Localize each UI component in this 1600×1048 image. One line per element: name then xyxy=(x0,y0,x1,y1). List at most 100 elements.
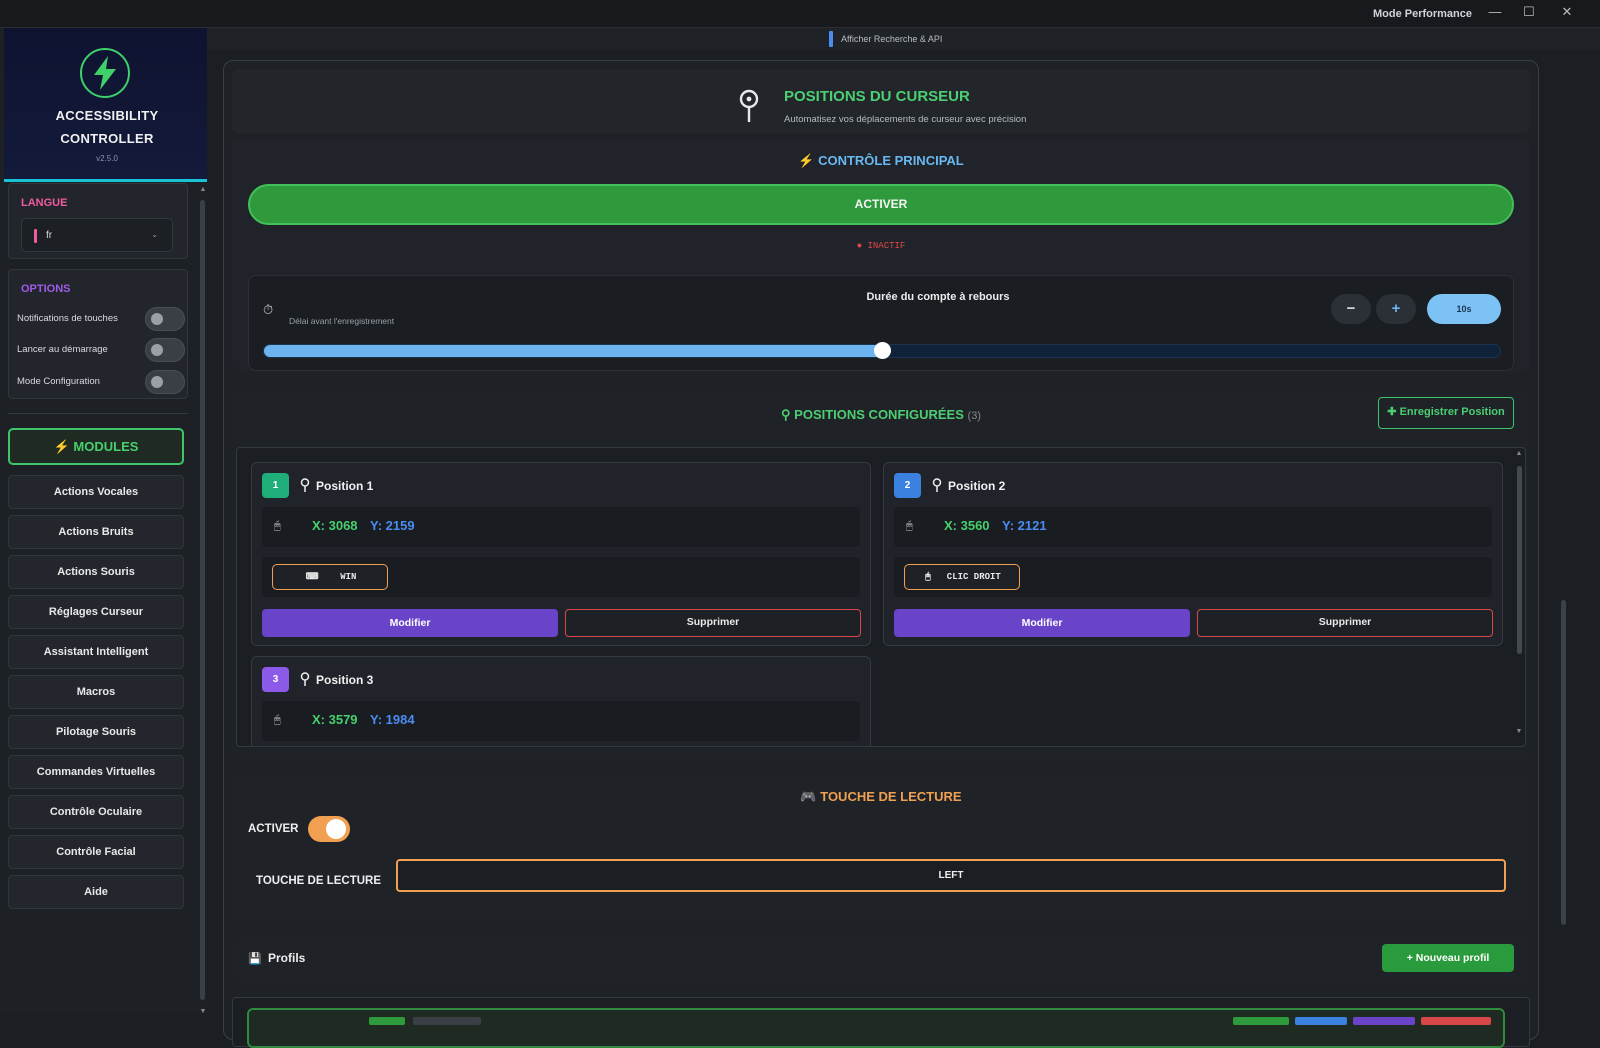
profile-action-button[interactable] xyxy=(1295,1017,1347,1025)
modules-label: MODULES xyxy=(73,439,139,454)
countdown-subtitle: Délai avant l'enregistrement xyxy=(289,316,395,326)
nav-button[interactable]: Contrôle Facial xyxy=(8,835,184,869)
delete-position-button[interactable]: Supprimer xyxy=(1197,609,1493,637)
performance-mode-label[interactable]: Mode Performance xyxy=(1373,8,1472,20)
nav-button[interactable]: Actions Bruits xyxy=(8,515,184,549)
nav-button[interactable]: Actions Vocales xyxy=(8,475,184,509)
decrease-button[interactable]: − xyxy=(1331,294,1371,324)
map-pin-icon xyxy=(300,478,310,492)
action-key-badge[interactable]: 🖱 CLIC DROIT xyxy=(904,564,1020,590)
sidebar-scroll-thumb[interactable] xyxy=(200,200,205,1000)
action-key-badge[interactable]: ⌨ WIN xyxy=(272,564,388,590)
language-accent xyxy=(34,229,37,243)
new-profile-button[interactable]: + Nouveau profil xyxy=(1382,944,1514,972)
nav-button[interactable]: Assistant Intelligent xyxy=(8,635,184,669)
app-name-line1: ACCESSIBILITY xyxy=(55,108,159,123)
nav-button[interactable]: Réglages Curseur xyxy=(8,595,184,629)
activate-button[interactable]: ACTIVER xyxy=(248,184,1514,225)
delete-position-button[interactable]: Supprimer xyxy=(565,609,861,637)
api-toggle-strip[interactable]: Afficher Recherche & API xyxy=(207,28,1600,50)
option-label: Lancer au démarrage xyxy=(17,344,108,355)
profiles-title: Profils xyxy=(268,951,306,965)
lightning-bolt-icon: ⚡ xyxy=(53,439,74,454)
edit-position-button[interactable]: Modifier xyxy=(894,609,1190,637)
main-scrollbar[interactable] xyxy=(1559,68,1569,1008)
language-select[interactable]: fr ⌄ xyxy=(21,218,173,252)
positions-scroll-thumb[interactable] xyxy=(1517,466,1522,654)
position-action-row: 🖱 CLIC DROIT xyxy=(894,557,1492,597)
profile-action-button[interactable] xyxy=(1421,1017,1491,1025)
main-control-section: ⚡ CONTRÔLE PRINCIPAL ACTIVER ● INACTIF ⏱… xyxy=(232,139,1530,371)
options-section: OPTIONS Notifications de touches Lancer … xyxy=(8,269,188,399)
position-number: 1 xyxy=(262,473,289,498)
position-action-row: ⌨ WIN xyxy=(262,557,860,597)
modules-button[interactable]: ⚡ MODULES xyxy=(8,428,184,465)
position-name: Position 1 xyxy=(316,479,374,493)
nav-button[interactable]: Aide xyxy=(8,875,184,909)
scroll-up-icon[interactable]: ▲ xyxy=(1514,450,1524,457)
close-icon[interactable]: ✕ xyxy=(1552,4,1582,24)
position-card: 3 Position 3 🖱 X: 3579 Y: 1984 xyxy=(251,656,871,746)
sidebar-scrollbar[interactable]: ▲ ▼ xyxy=(199,186,207,1018)
positions-scrollbar[interactable]: ▲ ▼ xyxy=(1514,450,1524,740)
nav-button[interactable]: Commandes Virtuelles xyxy=(8,755,184,789)
chevron-down-icon: ⌄ xyxy=(151,230,158,239)
reading-key-activate-label: ACTIVER xyxy=(248,823,299,835)
profile-action-button[interactable] xyxy=(1353,1017,1415,1025)
profile-action-button[interactable] xyxy=(1233,1017,1289,1025)
map-pin-icon xyxy=(739,89,759,122)
options-title: OPTIONS xyxy=(21,283,71,295)
register-position-button[interactable]: ✚ Enregistrer Position xyxy=(1378,397,1514,429)
mouse-icon: 🖱 xyxy=(925,572,931,582)
save-icon: 💾 xyxy=(248,953,262,965)
config-mode-toggle[interactable] xyxy=(145,370,185,394)
nav-button[interactable]: Macros xyxy=(8,675,184,709)
reading-key-toggle[interactable] xyxy=(308,816,350,842)
map-pin-icon xyxy=(932,478,942,492)
positions-title: ⚲ POSITIONS CONFIGURÉES (3) xyxy=(781,407,981,422)
x-coordinate: X: 3560 xyxy=(944,518,990,533)
option-key-notifications: Notifications de touches xyxy=(17,307,185,331)
app-name-line2: CONTROLLER xyxy=(60,131,154,146)
key-notifications-toggle[interactable] xyxy=(145,307,185,331)
position-card: 2 Position 2 🖱 X: 3560 Y: 2121 🖱 CLIC DR… xyxy=(883,462,1503,646)
status-indicator: ● INACTIF xyxy=(856,241,906,251)
cursor-positions-panel: POSITIONS DU CURSEUR Automatisez vos dép… xyxy=(223,60,1539,1048)
minimize-icon[interactable]: — xyxy=(1480,4,1510,24)
page-subtitle: Automatisez vos déplacements de curseur … xyxy=(784,114,1027,125)
slider-thumb[interactable] xyxy=(874,342,891,359)
app-brand: ACCESSIBILITY CONTROLLER v2.5.0 xyxy=(4,28,210,181)
maximize-icon[interactable]: ☐ xyxy=(1514,4,1544,24)
api-toggle-label[interactable]: Afficher Recherche & API xyxy=(841,34,942,44)
sidebar-divider xyxy=(8,413,188,414)
slider-fill xyxy=(264,345,886,357)
edit-position-button[interactable]: Modifier xyxy=(262,609,558,637)
sidebar: ACCESSIBILITY CONTROLLER v2.5.0 ▲ ▼ LANG… xyxy=(0,28,210,1015)
language-title: LANGUE xyxy=(21,197,68,209)
launch-startup-toggle[interactable] xyxy=(145,338,185,362)
position-coordinates: 🖱 X: 3579 Y: 1984 xyxy=(262,701,860,741)
scroll-down-icon[interactable]: ▼ xyxy=(1514,728,1524,735)
y-coordinate: Y: 1984 xyxy=(370,712,415,727)
scroll-up-icon[interactable]: ▲ xyxy=(199,186,207,193)
language-value: fr xyxy=(46,230,53,241)
countdown-value: 10s xyxy=(1427,294,1501,324)
profiles-section: 💾 Profils + Nouveau profil xyxy=(232,937,1530,983)
option-config-mode: Mode Configuration xyxy=(17,370,185,394)
main-scroll-thumb[interactable] xyxy=(1561,600,1566,925)
reading-key-title: 🎮 TOUCHE DE LECTURE xyxy=(800,789,962,804)
mouse-icon: 🖱 xyxy=(274,714,281,726)
countdown-slider[interactable] xyxy=(263,342,1501,359)
increase-button[interactable]: + xyxy=(1376,294,1416,324)
profiles-list xyxy=(232,997,1530,1048)
main-content: Afficher Recherche & API POSITIONS DU CU… xyxy=(207,28,1600,1048)
nav-button[interactable]: Actions Souris xyxy=(8,555,184,589)
page-title: POSITIONS DU CURSEUR xyxy=(784,88,970,105)
countdown-card: ⏱ Durée du compte à rebours Délai avant … xyxy=(248,275,1514,371)
nav-button[interactable]: Pilotage Souris xyxy=(8,715,184,749)
y-coordinate: Y: 2121 xyxy=(1002,518,1047,533)
nav-button[interactable]: Contrôle Oculaire xyxy=(8,795,184,829)
reading-key-section: 🎮 TOUCHE DE LECTURE ACTIVER TOUCHE DE LE… xyxy=(232,775,1530,923)
reading-key-field[interactable]: LEFT xyxy=(396,859,1506,892)
positions-count: (3) xyxy=(967,410,981,422)
